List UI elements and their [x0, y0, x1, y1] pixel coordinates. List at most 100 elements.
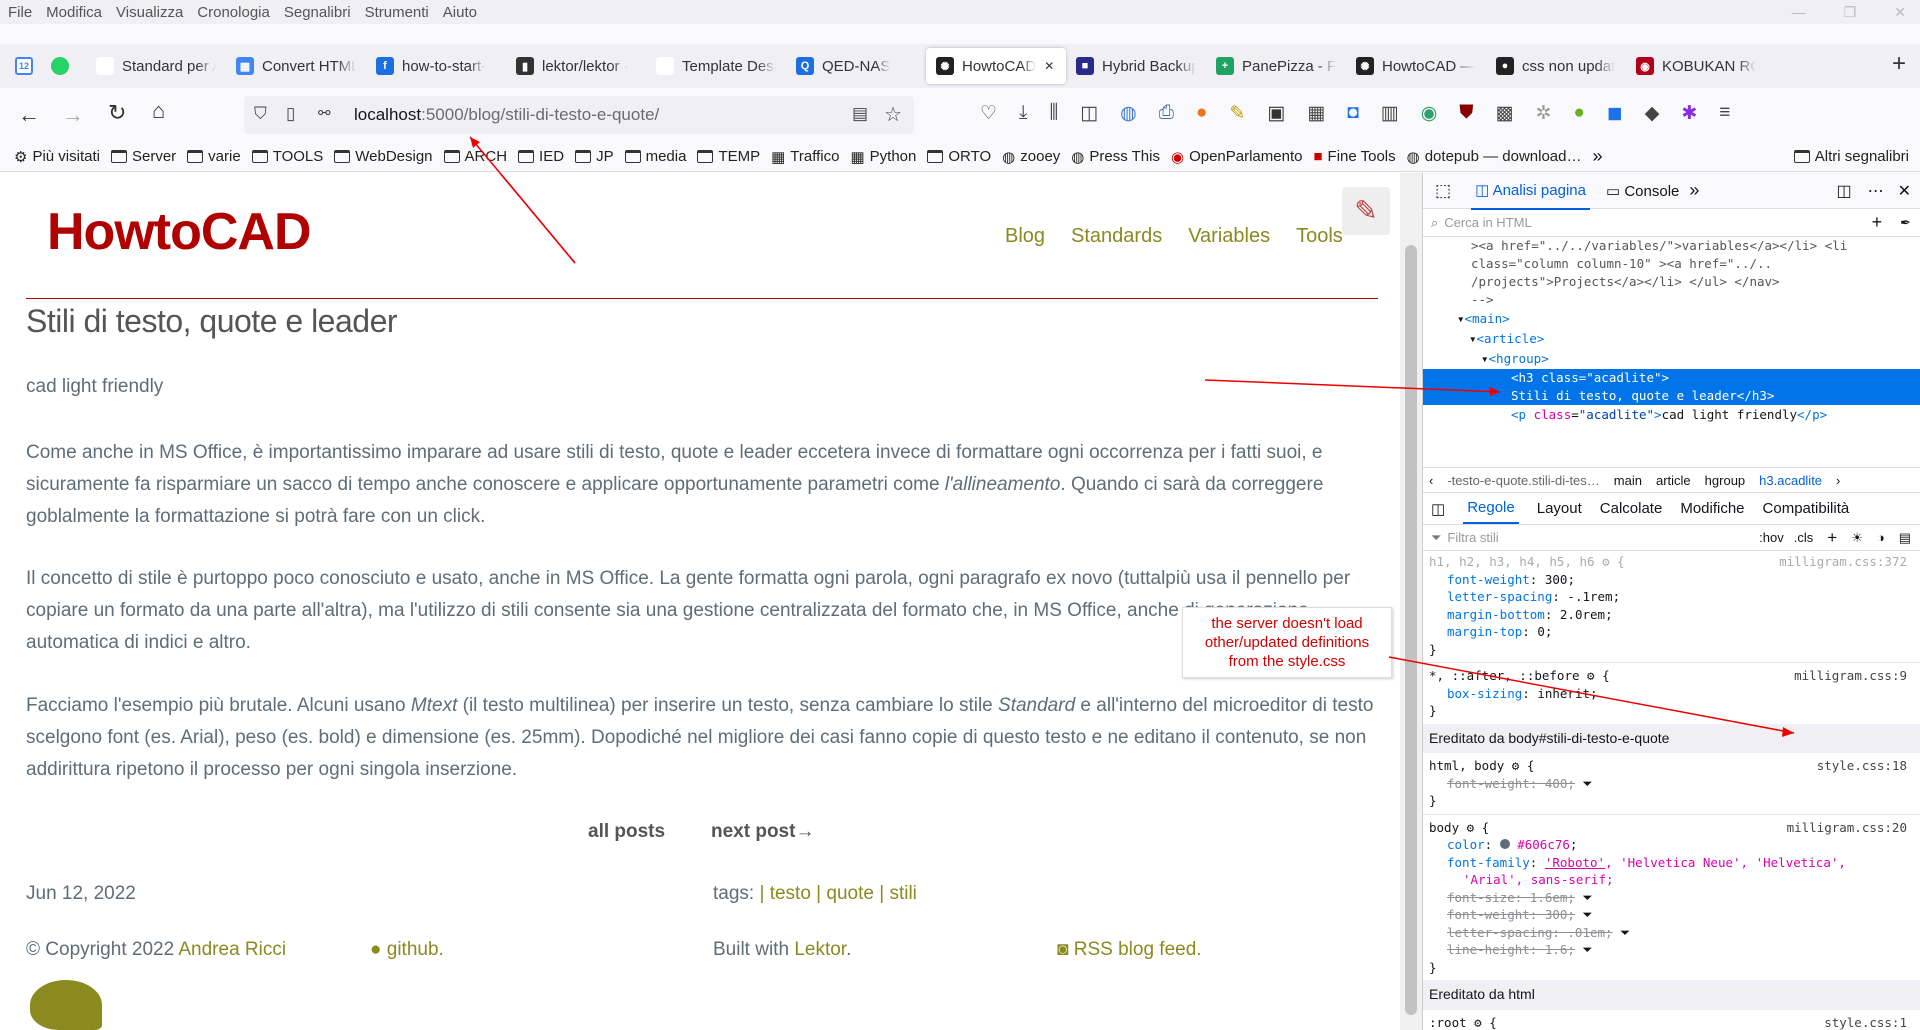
node-main[interactable]: ▾<main>	[1423, 309, 1920, 329]
menu-aiuto[interactable]: Aiuto	[443, 4, 477, 21]
decl[interactable]: font-family: 'Roboto', 'Helvetica Neue',…	[1423, 854, 1920, 872]
minimize-icon[interactable]: —	[1792, 4, 1806, 21]
bookmark-item[interactable]: ◍ dotepub — download…	[1407, 148, 1582, 166]
bookmark-item[interactable]: IED	[518, 148, 564, 165]
browser-tab[interactable]: ✺ HowtoCAD —	[1346, 48, 1486, 84]
extension-snow-icon[interactable]: ✱	[1681, 102, 1697, 125]
bookmark-star-icon[interactable]: ☆	[884, 102, 902, 127]
extension-dot-icon[interactable]: ●	[1573, 102, 1584, 125]
bookmark-item[interactable]: media	[624, 148, 686, 165]
tab-inspector[interactable]: ◫ Analisi pagina	[1471, 172, 1590, 210]
menu-cronologia[interactable]: Cronologia	[197, 4, 270, 21]
extension-notif-icon[interactable]: ✎	[1229, 102, 1245, 125]
page-scrollbar[interactable]	[1400, 173, 1422, 1030]
back-button[interactable]: ←	[18, 102, 40, 128]
more-tabs-icon[interactable]: »	[1689, 180, 1699, 201]
bookmark-item[interactable]: varie	[187, 148, 241, 165]
bookmark-item[interactable]: TEMP	[697, 148, 760, 165]
extension-basketball-icon[interactable]: ●	[1196, 102, 1207, 125]
add-rule-icon[interactable]: +	[1827, 528, 1837, 548]
tab-layout[interactable]: Layout	[1537, 500, 1582, 517]
decl-overridden[interactable]: letter-spacing: .01em; ⏷	[1423, 924, 1920, 942]
decl[interactable]: margin-top: 0;	[1423, 623, 1920, 641]
bookmark-item[interactable]: ARCH	[443, 148, 507, 165]
devtools-menu-icon[interactable]: ⋯	[1868, 181, 1884, 201]
app-menu-icon[interactable]: ≡	[1719, 102, 1730, 125]
url-text[interactable]: localhost:5000/blog/stili-di-testo-e-quo…	[354, 105, 659, 125]
light-theme-icon[interactable]: ☀	[1851, 530, 1863, 546]
permissions-icon[interactable]: ⚯	[318, 104, 331, 122]
node-article[interactable]: ▾<article>	[1423, 329, 1920, 349]
breadcrumb-item[interactable]: hgroup	[1705, 473, 1745, 488]
extension-s-icon[interactable]: ◼	[1607, 102, 1623, 125]
rule-body[interactable]: body ⚙ {milligram.css:20	[1423, 819, 1920, 837]
tab-close-icon[interactable]: ✕	[1044, 59, 1054, 73]
eyedropper-icon[interactable]: ✒	[1900, 215, 1911, 231]
extension-ublock-icon[interactable]: ⛊	[1459, 102, 1473, 125]
breadcrumb-item[interactable]: article	[1656, 473, 1691, 488]
browser-tab[interactable]: Q QED-NAS	[786, 48, 926, 84]
extension-cube-icon[interactable]: ◆	[1645, 102, 1660, 125]
node-hgroup[interactable]: ▾<hgroup>	[1423, 349, 1920, 369]
extension-d-icon[interactable]: ◘	[1347, 102, 1358, 125]
forward-button[interactable]: →	[62, 102, 84, 128]
bookmark-item[interactable]: ◍ Press This	[1071, 148, 1160, 166]
pinned-tab-whatsapp[interactable]	[42, 48, 78, 84]
bookmark-item[interactable]: JP	[575, 148, 614, 165]
decl-overridden[interactable]: font-weight: 400; ⏷	[1423, 775, 1920, 793]
bookmark-item[interactable]: ■ Fine Tools	[1313, 148, 1395, 165]
decl[interactable]: margin-bottom: 2.0rem;	[1423, 606, 1920, 624]
close-window-icon[interactable]: ✕	[1894, 4, 1906, 21]
add-node-icon[interactable]: +	[1872, 212, 1883, 233]
new-tab-button[interactable]: +	[1892, 50, 1906, 78]
breadcrumb-item-active[interactable]: h3.acadlite	[1759, 473, 1822, 488]
url-bar[interactable]: ⛉ ▯ ⚯ localhost:5000/blog/stili-di-testo…	[244, 96, 914, 134]
decl[interactable]: box-sizing: inherit;	[1423, 685, 1920, 703]
picker-icon[interactable]: ⬚	[1435, 181, 1451, 201]
decl[interactable]: letter-spacing: -.1rem;	[1423, 588, 1920, 606]
dock-icon[interactable]: ◫	[1836, 181, 1851, 201]
rule-html-body[interactable]: html, body ⚙ {style.css:18	[1423, 757, 1920, 775]
breadcrumb-prev-icon[interactable]: ‹	[1429, 473, 1433, 488]
decl[interactable]: color: #606c76;	[1423, 836, 1920, 854]
bookmark-item[interactable]: ▦ Traffico	[771, 148, 839, 166]
html-search-input[interactable]: Cerca in HTML	[1444, 215, 1531, 230]
menu-visualizza[interactable]: Visualizza	[116, 4, 183, 21]
rule-universal[interactable]: *, ::after, ::before ⚙ {milligram.css:9	[1423, 667, 1920, 685]
page-icon[interactable]: ▯	[286, 104, 295, 124]
filter-styles-input[interactable]: Filtra stili	[1447, 530, 1498, 545]
tab-rules[interactable]: Regole	[1463, 493, 1519, 524]
browser-tab[interactable]: ■ Hybrid Backup	[1066, 48, 1206, 84]
tab-active[interactable]: ✺ HowtoCAD ✕	[926, 48, 1066, 84]
extension-grid-icon[interactable]: ▩	[1496, 102, 1514, 125]
print-media-icon[interactable]: ▤	[1899, 530, 1911, 546]
decl[interactable]: font-weight: 300;	[1423, 571, 1920, 589]
bookmarks-overflow-icon[interactable]: »	[1593, 146, 1603, 167]
page-scrollbar-thumb[interactable]	[1405, 245, 1417, 1015]
bookmark-item[interactable]: WebDesign	[334, 148, 433, 165]
bookmark-item[interactable]: ▦ Python	[850, 148, 916, 166]
bookmark-item[interactable]: ◉ OpenParlamento	[1171, 148, 1303, 166]
extension-bars-icon[interactable]: ▥	[1381, 102, 1399, 125]
reload-button[interactable]: ↻	[108, 100, 126, 126]
browser-tab[interactable]: ◉ KOBUKAN RO	[1626, 48, 1766, 84]
menu-modifica[interactable]: Modifica	[46, 4, 102, 21]
browser-tab[interactable]: f how-to-start-	[366, 48, 506, 84]
browser-tab[interactable]: ▮ lektor/lektor ·	[506, 48, 646, 84]
cls-button[interactable]: .cls	[1794, 530, 1814, 545]
shield-icon[interactable]: ⛉	[254, 104, 267, 124]
menu-strumenti[interactable]: Strumenti	[365, 4, 429, 21]
pinned-tab-calendar[interactable]: 12	[6, 48, 42, 84]
toggle-panel-icon[interactable]: ◫	[1431, 500, 1445, 518]
pocket-icon[interactable]: ♡	[980, 102, 997, 125]
restore-icon[interactable]: ❐	[1844, 4, 1857, 21]
node-h3-selected[interactable]: <h3 class="acadlite"> Stili di testo, quo…	[1423, 369, 1920, 405]
breadcrumb-item[interactable]: -testo-e-quote.stili-di-tes…	[1447, 473, 1599, 488]
tab-compat[interactable]: Compatibilità	[1763, 500, 1850, 517]
browser-tab[interactable]: Standard per Auto	[86, 48, 226, 84]
extension-globe-icon[interactable]: ◍	[1120, 102, 1137, 125]
tab-console[interactable]: ▭ Console	[1606, 182, 1679, 200]
decl-overridden[interactable]: line-height: 1.6; ⏷	[1423, 941, 1920, 959]
browser-tab[interactable]: Template Designe	[646, 48, 786, 84]
decl-overridden[interactable]: font-size: 1.6em; ⏷	[1423, 889, 1920, 907]
